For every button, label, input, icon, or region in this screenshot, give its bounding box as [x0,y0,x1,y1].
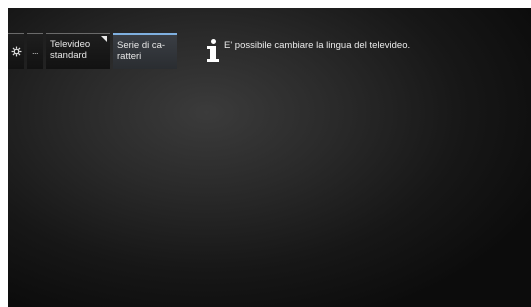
more-label: ... [31,46,39,56]
info-message: E' possibile cambiare la lingua del tele… [224,40,411,51]
corner-indicator-icon [101,36,107,42]
teletext-mode-button[interactable]: Televideo standard [46,33,110,69]
menu-bar: ... Televideo standard Serie di ca-ratte… [8,33,180,69]
charset-label: Serie di ca-ratteri [117,40,166,62]
more-options-button[interactable]: ... [27,33,43,69]
charset-button[interactable]: Serie di ca-ratteri [113,33,177,69]
tv-screen: ... Televideo standard Serie di ca-ratte… [8,8,531,307]
settings-button[interactable] [8,33,24,69]
gear-icon [11,46,21,57]
teletext-mode-label: Televideo standard [50,39,91,61]
info-icon [206,39,220,63]
info-panel: E' possibile cambiare la lingua del tele… [202,33,531,69]
